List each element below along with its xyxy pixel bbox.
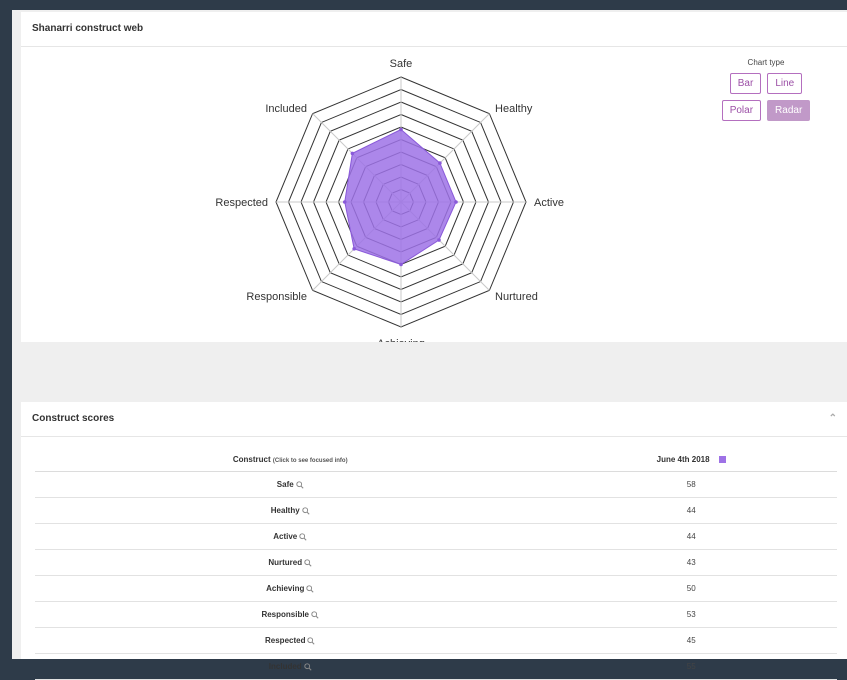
table-row[interactable]: Respected 45: [35, 627, 837, 654]
construct-link[interactable]: Nurtured: [268, 558, 302, 567]
magnifier-icon[interactable]: [296, 481, 304, 489]
table-row[interactable]: Responsible 53: [35, 601, 837, 628]
radar-axis-label: Responsible: [246, 291, 307, 303]
table-row[interactable]: Safe 58: [35, 471, 837, 498]
date-column-header: June 4th 2018: [545, 447, 837, 472]
magnifier-icon[interactable]: [299, 533, 307, 541]
radar-data-point[interactable]: [342, 200, 347, 204]
radar-data-point[interactable]: [352, 247, 356, 251]
panel-title: Shanarri construct web: [21, 12, 847, 47]
table-row[interactable]: Nurtured 43: [35, 549, 837, 576]
score-cell: 53: [545, 601, 837, 628]
construct-link[interactable]: Respected: [265, 636, 305, 645]
radar-data-point[interactable]: [438, 161, 442, 165]
construct-header-hint: (Click to see focused info): [272, 457, 348, 464]
table-row[interactable]: Included 55: [35, 653, 837, 680]
bar-chart-button[interactable]: Bar: [729, 73, 762, 94]
magnifier-icon[interactable]: [306, 585, 314, 593]
table-row[interactable]: Active 44: [35, 523, 837, 550]
radar-axis-label: Active: [534, 197, 564, 209]
dashboard: Shanarri construct web Safe Healthy Active…: [12, 10, 847, 680]
construct-header-label: Construct: [232, 454, 271, 464]
table-row[interactable]: Healthy 44: [35, 497, 837, 524]
radar-axis-label: Included: [265, 103, 307, 115]
polar-chart-button[interactable]: Polar: [721, 100, 762, 121]
construct-cell[interactable]: Nurtured: [35, 549, 546, 576]
line-chart-button[interactable]: Line: [767, 73, 803, 94]
score-cell: 43: [545, 549, 837, 576]
scores-table: Construct (Click to see focused info) Ju…: [35, 447, 837, 680]
score-cell: 44: [545, 497, 837, 524]
construct-link[interactable]: Achieving: [266, 584, 304, 593]
series-color-swatch: [718, 455, 726, 463]
radar-data-point[interactable]: [454, 200, 458, 204]
construct-cell[interactable]: Safe: [35, 471, 546, 498]
construct-cell[interactable]: Included: [35, 653, 546, 680]
chevron-up-icon[interactable]: ⌃: [829, 402, 837, 436]
construct-web-panel: Shanarri construct web Safe Healthy Active…: [21, 12, 847, 342]
score-cell: 44: [545, 523, 837, 550]
radar-axis-label: Nurtured: [495, 291, 538, 303]
construct-link[interactable]: Included: [269, 662, 302, 671]
magnifier-icon[interactable]: [307, 637, 316, 645]
magnifier-icon[interactable]: [303, 663, 312, 671]
radar-axis-label: Achieving: [377, 338, 425, 342]
radar-data-point[interactable]: [399, 262, 403, 267]
radar-chart-button[interactable]: Radar: [767, 100, 811, 121]
construct-cell[interactable]: Healthy: [35, 497, 546, 524]
magnifier-icon[interactable]: [311, 611, 319, 619]
magnifier-icon[interactable]: [302, 507, 310, 515]
table-header-row: Construct (Click to see focused info) Ju…: [35, 447, 837, 472]
magnifier-icon[interactable]: [304, 559, 312, 567]
score-cell: 55: [545, 653, 837, 680]
construct-column-header: Construct (Click to see focused info): [35, 447, 546, 472]
radar-data-point[interactable]: [437, 238, 441, 242]
construct-link[interactable]: Active: [273, 532, 297, 541]
chart-type-title: Chart type: [747, 58, 785, 67]
construct-cell[interactable]: Responsible: [35, 601, 546, 628]
radar-axis-label: Respected: [215, 197, 268, 209]
construct-cell[interactable]: Achieving: [35, 575, 546, 602]
chart-type-selector: Chart type Bar Line Polar Radar: [719, 58, 813, 127]
construct-link[interactable]: Responsible: [261, 610, 309, 619]
radar-data-point[interactable]: [399, 127, 403, 132]
construct-cell[interactable]: Respected: [35, 627, 546, 654]
construct-link[interactable]: Healthy: [271, 506, 300, 515]
construct-cell[interactable]: Active: [35, 523, 546, 550]
score-cell: 45: [545, 627, 837, 654]
panel-header: Construct scores ⌃: [21, 402, 847, 437]
radar-series-area: [344, 128, 457, 266]
date-header-label: June 4th 2018: [656, 454, 710, 464]
score-cell: 58: [545, 471, 837, 498]
table-row[interactable]: Achieving 50: [35, 575, 837, 602]
radar-data-point[interactable]: [350, 151, 355, 156]
score-cell: 50: [545, 575, 837, 602]
construct-link[interactable]: Safe: [277, 480, 294, 489]
radar-axis-label: Healthy: [495, 103, 533, 115]
construct-scores-panel: Construct scores ⌃ Construct (Click to s…: [21, 402, 847, 680]
panel-title: Construct scores: [32, 413, 115, 424]
radar-axis-label: Safe: [390, 58, 413, 70]
